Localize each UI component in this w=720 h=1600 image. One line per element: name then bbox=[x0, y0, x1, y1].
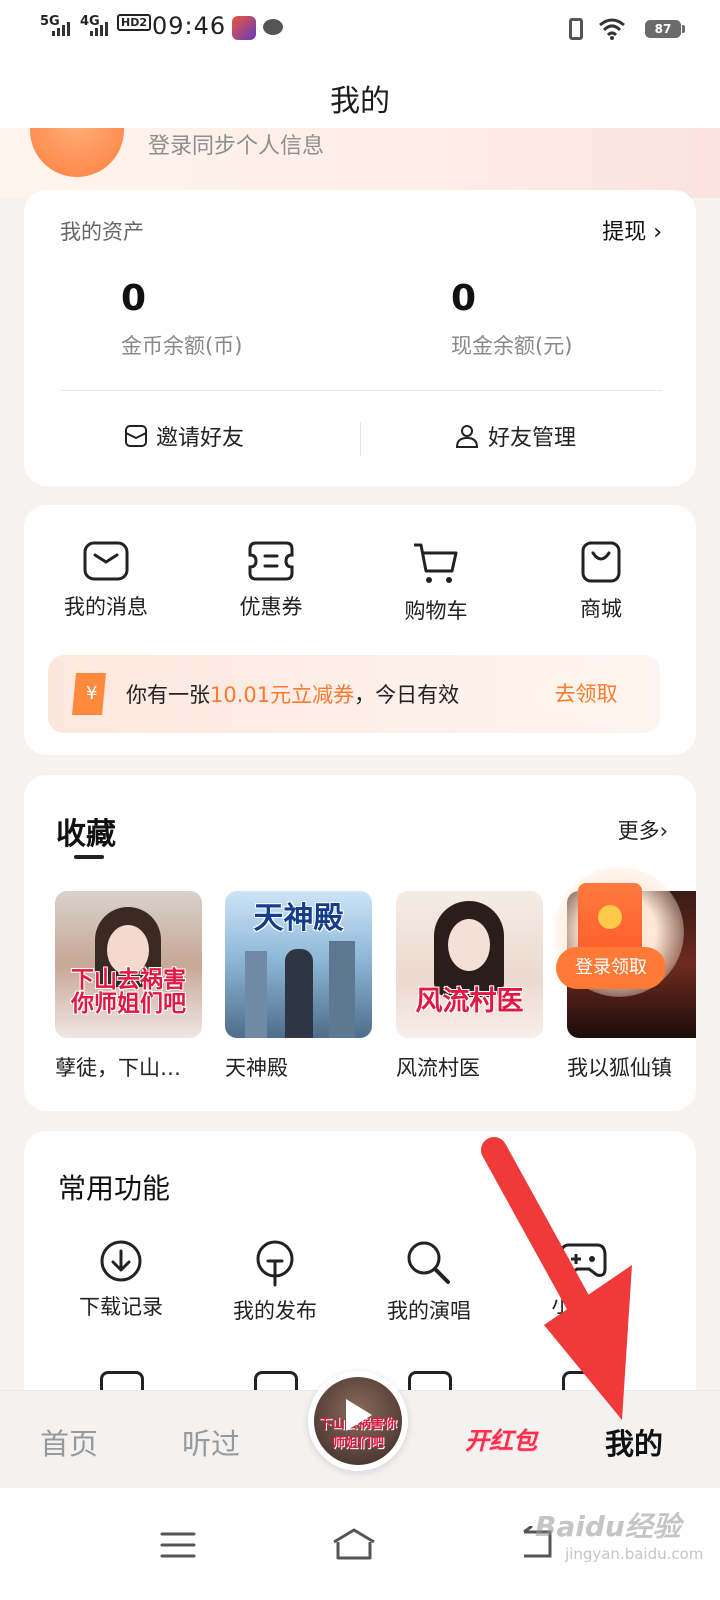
coupon-amount: 10.01元立减券 bbox=[210, 683, 355, 707]
my-singing-label: 我的演唱 bbox=[387, 1299, 471, 1323]
book-cover-title: 下山去祸害你师姐们吧 bbox=[71, 965, 186, 1017]
divider bbox=[60, 390, 662, 391]
app-header: 我的 bbox=[0, 58, 720, 128]
nav-home[interactable]: 首页 bbox=[40, 1421, 98, 1463]
play-icon bbox=[346, 1399, 372, 1431]
more-functions-icon bbox=[408, 1371, 452, 1391]
home-icon[interactable] bbox=[330, 1526, 378, 1562]
game-app-icon bbox=[232, 16, 256, 40]
book-title[interactable]: 孽徒，下山… bbox=[55, 1052, 202, 1082]
withdraw-button[interactable]: 提现 › bbox=[602, 214, 662, 246]
coupon-banner[interactable]: ¥ 你有一张10.01元立减券，今日有效 去领取 bbox=[48, 655, 660, 733]
envelope-icon bbox=[83, 541, 129, 581]
gamepad-icon bbox=[559, 1243, 607, 1277]
friend-management-button[interactable]: 好友管理 bbox=[454, 420, 576, 452]
nav-mine[interactable]: 我的 bbox=[605, 1421, 663, 1463]
signal-icon bbox=[52, 22, 70, 36]
chat-bubble-icon bbox=[263, 19, 283, 35]
assets-card: 我的资产 提现 › 0 金币余额(币) 0 现金余额(元) 邀请好友 好友管理 bbox=[24, 190, 696, 486]
messages-button[interactable]: 我的消息 bbox=[46, 541, 166, 621]
my-posts-button[interactable]: 我的发布 bbox=[200, 1239, 350, 1325]
hd-voice-icon: HD2 bbox=[117, 14, 151, 31]
mini-games-label: 小游戏 bbox=[551, 1293, 615, 1317]
clock: 09:46 bbox=[152, 12, 227, 40]
mall-label: 商城 bbox=[580, 597, 622, 621]
title-underline bbox=[74, 855, 104, 859]
envelope-icon bbox=[125, 425, 147, 447]
claim-coupon-button[interactable]: 去领取 bbox=[536, 671, 636, 717]
user-icon bbox=[455, 425, 479, 448]
book-item[interactable]: 天神殿 天神殿 bbox=[225, 891, 372, 1082]
nav-red-envelope[interactable]: 开红包 bbox=[465, 1421, 537, 1456]
download-history-label: 下载记录 bbox=[79, 1295, 163, 1319]
cash-label: 现金余额(元) bbox=[451, 334, 573, 358]
more-functions-icon bbox=[100, 1371, 144, 1391]
download-icon bbox=[100, 1240, 142, 1282]
shopping-bag-icon bbox=[581, 541, 621, 583]
vibrate-icon bbox=[569, 18, 583, 40]
login-reward-red-packet[interactable]: 登录领取 bbox=[554, 867, 684, 997]
bulb-icon bbox=[256, 1240, 294, 1287]
messages-label: 我的消息 bbox=[64, 595, 148, 619]
functions-title: 常用功能 bbox=[58, 1172, 171, 1205]
book-title[interactable]: 天神殿 bbox=[225, 1052, 372, 1082]
my-singing-button[interactable]: 我的演唱 bbox=[354, 1239, 504, 1325]
book-title[interactable]: 我以狐仙镇 bbox=[567, 1052, 696, 1082]
login-hint[interactable]: 登录同步个人信息 bbox=[148, 128, 324, 160]
more-functions-icon bbox=[254, 1371, 298, 1391]
coins-value: 0 bbox=[121, 278, 147, 319]
coupon-ticket-icon: ¥ bbox=[72, 673, 106, 715]
mall-button[interactable]: 商城 bbox=[541, 541, 661, 623]
search-mic-icon bbox=[407, 1241, 450, 1284]
coupons-button[interactable]: 优惠券 bbox=[211, 541, 331, 621]
watermark-logo: Baidu经验 jingyan.baidu.com bbox=[535, 1510, 704, 1563]
favorites-card: 收藏 更多› 下山去祸害你师姐们吧 孽徒，下山… 天神殿 天神殿 风流村医 风流… bbox=[24, 775, 696, 1111]
status-bar: 5G 4G HD2 09:46 87 bbox=[0, 0, 720, 58]
book-cover-title: 风流村医 bbox=[415, 985, 524, 1017]
cart-button[interactable]: 购物车 bbox=[376, 541, 496, 625]
book-cover[interactable]: 下山去祸害你师姐们吧 bbox=[55, 891, 202, 1038]
cart-icon bbox=[414, 543, 458, 583]
mini-games-button[interactable]: 小游戏 bbox=[508, 1239, 658, 1319]
book-title[interactable]: 风流村医 bbox=[396, 1052, 543, 1082]
divider-vertical bbox=[360, 422, 361, 456]
coins-label: 金币余额(币) bbox=[121, 334, 243, 358]
favorites-title: 收藏 bbox=[56, 817, 116, 852]
friend-management-label: 好友管理 bbox=[488, 426, 577, 451]
cart-label: 购物车 bbox=[404, 599, 468, 623]
download-history-button[interactable]: 下载记录 bbox=[46, 1239, 196, 1321]
book-cover[interactable]: 风流村医 bbox=[396, 891, 543, 1038]
invite-friends-label: 邀请好友 bbox=[156, 426, 245, 451]
more-functions-icon bbox=[562, 1371, 606, 1391]
svg-text:¥: ¥ bbox=[86, 683, 97, 704]
book-cover-title: 天神殿 bbox=[253, 901, 344, 936]
favorites-more-link[interactable]: 更多› bbox=[618, 815, 668, 845]
book-item[interactable]: 下山去祸害你师姐们吧 孽徒，下山… bbox=[55, 891, 202, 1082]
book-cover[interactable]: 天神殿 bbox=[225, 891, 372, 1038]
page-title: 我的 bbox=[330, 84, 390, 119]
wifi-icon bbox=[599, 18, 625, 40]
signal-icon-2 bbox=[90, 22, 108, 36]
coupons-label: 优惠券 bbox=[239, 595, 303, 619]
book-item[interactable]: 风流村医 风流村医 bbox=[396, 891, 543, 1082]
menu-icon[interactable] bbox=[160, 1530, 196, 1560]
coupon-text: 你有一张10.01元立减券，今日有效 bbox=[126, 683, 460, 707]
login-reward-label[interactable]: 登录领取 bbox=[556, 947, 666, 989]
nav-listened[interactable]: 听过 bbox=[182, 1421, 240, 1463]
assets-title: 我的资产 bbox=[60, 220, 144, 244]
now-playing-button[interactable]: 下山去祸害你师姐们吧 bbox=[308, 1371, 408, 1471]
my-posts-label: 我的发布 bbox=[233, 1299, 317, 1323]
profile-section[interactable]: 登录同步个人信息 bbox=[0, 128, 720, 198]
quick-actions-card: 我的消息 优惠券 购物车 商城 ¥ 你有一张10.01元立减券，今日有效 去领取 bbox=[24, 505, 696, 755]
invite-friends-button[interactable]: 邀请好友 bbox=[124, 420, 244, 452]
avatar[interactable] bbox=[30, 128, 124, 177]
ticket-icon bbox=[248, 541, 294, 581]
cash-value: 0 bbox=[451, 278, 477, 319]
battery-icon: 87 bbox=[645, 20, 685, 38]
bottom-nav: 首页 听过 下山去祸害你师姐们吧 开红包 我的 bbox=[0, 1371, 720, 1488]
